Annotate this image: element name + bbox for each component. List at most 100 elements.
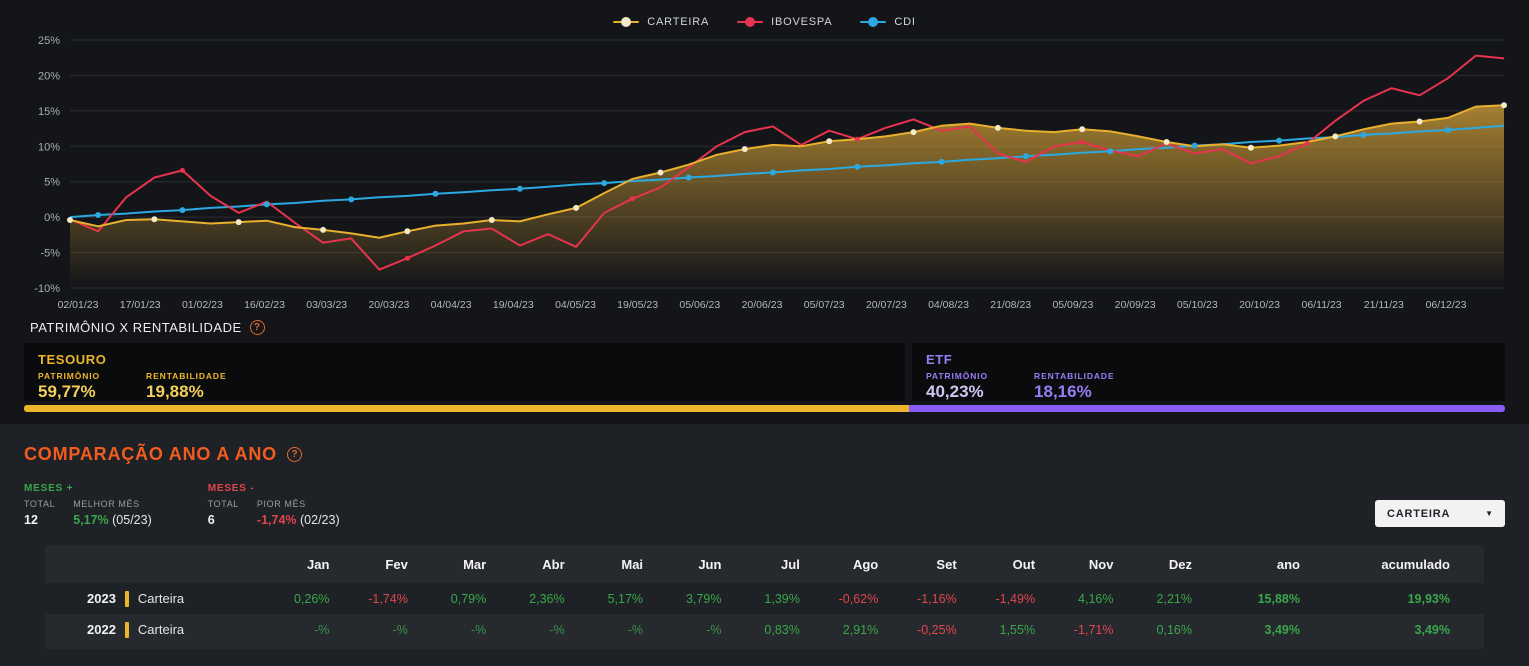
tesouro-title: TESOURO xyxy=(38,352,107,367)
svg-text:21/08/23: 21/08/23 xyxy=(990,299,1031,311)
month-return-cell: -1,74% xyxy=(368,591,408,606)
table-row-2023[interactable]: 2023 Carteira 0,26% -1,74% 0,79% 2,36% 5,17% 3,… xyxy=(45,583,1484,614)
column-header-abr: Abr xyxy=(542,556,565,572)
svg-text:0%: 0% xyxy=(44,212,60,224)
column-header-mar: Mar xyxy=(463,556,487,572)
month-return-cell: -% xyxy=(392,622,408,637)
month-return-cell: 0,26% xyxy=(293,591,330,606)
svg-text:16/02/23: 16/02/23 xyxy=(244,299,285,311)
accumulated-cell: 19,93% xyxy=(1407,591,1450,606)
best-month: MELHOR MÊS 5,17% (05/23) xyxy=(73,499,152,527)
month-return-cell: -% xyxy=(470,622,487,637)
tesouro-patrimonio: PATRIMÔNIO 59,77% xyxy=(38,371,100,402)
etf-patrimonio: PATRIMÔNIO 40,23% xyxy=(926,371,988,402)
legend-item-cdi[interactable]: CDI xyxy=(860,16,915,28)
portfolio-name: Carteira xyxy=(137,622,185,637)
year-total-cell: 15,88% xyxy=(1257,591,1300,606)
svg-text:20/03/23: 20/03/23 xyxy=(368,299,409,311)
column-header-out: Out xyxy=(1012,556,1036,572)
worst-month: PIOR MÊS -1,74% (02/23) xyxy=(257,499,340,527)
svg-text:20/07/23: 20/07/23 xyxy=(866,299,907,311)
allocation-ratio-bar xyxy=(24,405,1505,412)
month-return-cell: 0,79% xyxy=(450,591,487,606)
positive-months-stat: MESES + TOTAL 12 MELHOR MÊS 5,17% (05/23… xyxy=(24,483,152,527)
column-header-ago: Ago xyxy=(852,556,879,572)
svg-text:17/01/23: 17/01/23 xyxy=(120,299,161,311)
month-return-cell: -1,49% xyxy=(995,591,1036,606)
month-return-cell: -0,25% xyxy=(917,622,957,637)
svg-text:05/10/23: 05/10/23 xyxy=(1177,299,1218,311)
column-header-set: Set xyxy=(936,556,957,572)
legend-swatch-icon xyxy=(613,17,640,28)
patrimonio-label: PATRIMÔNIO xyxy=(925,371,989,381)
column-header-acumulado: acumulado xyxy=(1381,556,1450,572)
row-label: 2023 Carteira xyxy=(45,583,277,614)
month-return-cell: 3,79% xyxy=(685,591,722,606)
patrimonio-section-header: PATRIMÔNIO X RENTABILIDADE ? xyxy=(0,316,1529,343)
chart-legend: CARTEIRA IBOVESPA CDI xyxy=(0,12,1529,32)
comparison-title: COMPARAÇÃO ANO A ANO xyxy=(24,444,277,464)
svg-text:04/04/23: 04/04/23 xyxy=(431,299,472,311)
comparison-stats: MESES + TOTAL 12 MELHOR MÊS 5,17% (05/23… xyxy=(24,483,1505,527)
performance-chart[interactable]: 25% 20% 15% 10% 5% 0% -5% -10% 02/01/23 17/01/23 0… xyxy=(0,32,1529,316)
svg-text:10%: 10% xyxy=(38,141,60,153)
table-corner xyxy=(45,545,277,583)
svg-text:15%: 15% xyxy=(38,106,60,118)
svg-text:05/06/23: 05/06/23 xyxy=(679,299,720,311)
help-icon[interactable]: ? xyxy=(249,320,265,335)
month-return-cell: 2,36% xyxy=(529,591,565,606)
row-label: 2022 Carteira xyxy=(45,614,277,645)
legend-item-ibovespa[interactable]: IBOVESPA xyxy=(737,16,832,28)
patrimonio-section-title: PATRIMÔNIO X RENTABILIDADE xyxy=(30,320,242,335)
svg-text:20/10/23: 20/10/23 xyxy=(1239,299,1280,311)
legend-item-carteira[interactable]: CARTEIRA xyxy=(613,16,709,28)
best-month-label: MELHOR MÊS xyxy=(73,499,140,509)
svg-text:06/11/23: 06/11/23 xyxy=(1302,299,1342,311)
carteira-marker-icon xyxy=(124,621,129,638)
total-value: 12 xyxy=(24,513,38,527)
svg-text:20/09/23: 20/09/23 xyxy=(1115,299,1156,311)
negative-total: TOTAL 6 xyxy=(208,499,239,527)
row-year: 2022 xyxy=(87,622,116,637)
etf-title: ETF xyxy=(925,352,953,367)
svg-text:-5%: -5% xyxy=(40,248,60,260)
month-return-cell: 1,55% xyxy=(999,622,1036,637)
year-total-cell: 3,49% xyxy=(1264,622,1300,637)
svg-text:02/01/23: 02/01/23 xyxy=(58,299,99,311)
month-return-cell: -0,62% xyxy=(838,591,879,606)
column-header-jan: Jan xyxy=(307,556,330,572)
total-label: TOTAL xyxy=(24,499,56,509)
svg-text:25%: 25% xyxy=(38,35,60,47)
legend-label: CDI xyxy=(894,16,916,28)
carteira-selector[interactable]: CARTEIRA ▼ xyxy=(1375,500,1505,527)
legend-label: CARTEIRA xyxy=(647,16,710,28)
help-icon[interactable]: ? xyxy=(287,447,302,462)
monthly-returns-table: Jan Fev Mar Abr Mai Jun Jul Ago Set Out Nov Dez ano a… xyxy=(45,545,1484,645)
chevron-down-icon: ▼ xyxy=(1485,509,1493,518)
rentabilidade-value: 19,88% xyxy=(146,382,204,401)
svg-text:20/06/23: 20/06/23 xyxy=(742,299,783,311)
best-month-date: (05/23) xyxy=(112,513,152,527)
worst-month-label: PIOR MÊS xyxy=(256,499,306,509)
svg-text:06/12/23: 06/12/23 xyxy=(1426,299,1467,311)
month-return-cell: -% xyxy=(706,622,722,637)
table-row-2022[interactable]: 2022 Carteira -% -% -% -% -% -% 0,83% 2,91% -0,25%… xyxy=(45,614,1484,645)
patrimonio-value: 59,77% xyxy=(38,382,96,401)
worst-month-date: (02/23) xyxy=(300,513,340,527)
month-return-cell: 2,91% xyxy=(842,622,879,637)
patrimonio-value: 40,23% xyxy=(925,382,984,401)
best-month-value: 5,17% xyxy=(73,513,109,527)
legend-swatch-icon xyxy=(737,17,764,28)
svg-text:03/03/23: 03/03/23 xyxy=(306,299,347,311)
monthly-returns-table-card: Jan Fev Mar Abr Mai Jun Jul Ago Set Out Nov Dez ano a… xyxy=(45,545,1484,649)
month-return-cell: -% xyxy=(549,622,565,637)
rentabilidade-value: 18,16% xyxy=(1034,382,1092,401)
month-return-cell: 0,16% xyxy=(1156,622,1192,637)
rentabilidade-label: RENTABILIDADE xyxy=(1034,371,1115,381)
svg-text:05/07/23: 05/07/23 xyxy=(804,299,845,311)
total-label: TOTAL xyxy=(207,499,239,509)
patrimonio-panels: TESOURO PATRIMÔNIO 59,77% RENTABILIDADE … xyxy=(0,343,1529,401)
column-header-fev: Fev xyxy=(385,556,408,572)
svg-text:19/05/23: 19/05/23 xyxy=(617,299,658,311)
tesouro-panel: TESOURO PATRIMÔNIO 59,77% RENTABILIDADE … xyxy=(24,343,905,401)
